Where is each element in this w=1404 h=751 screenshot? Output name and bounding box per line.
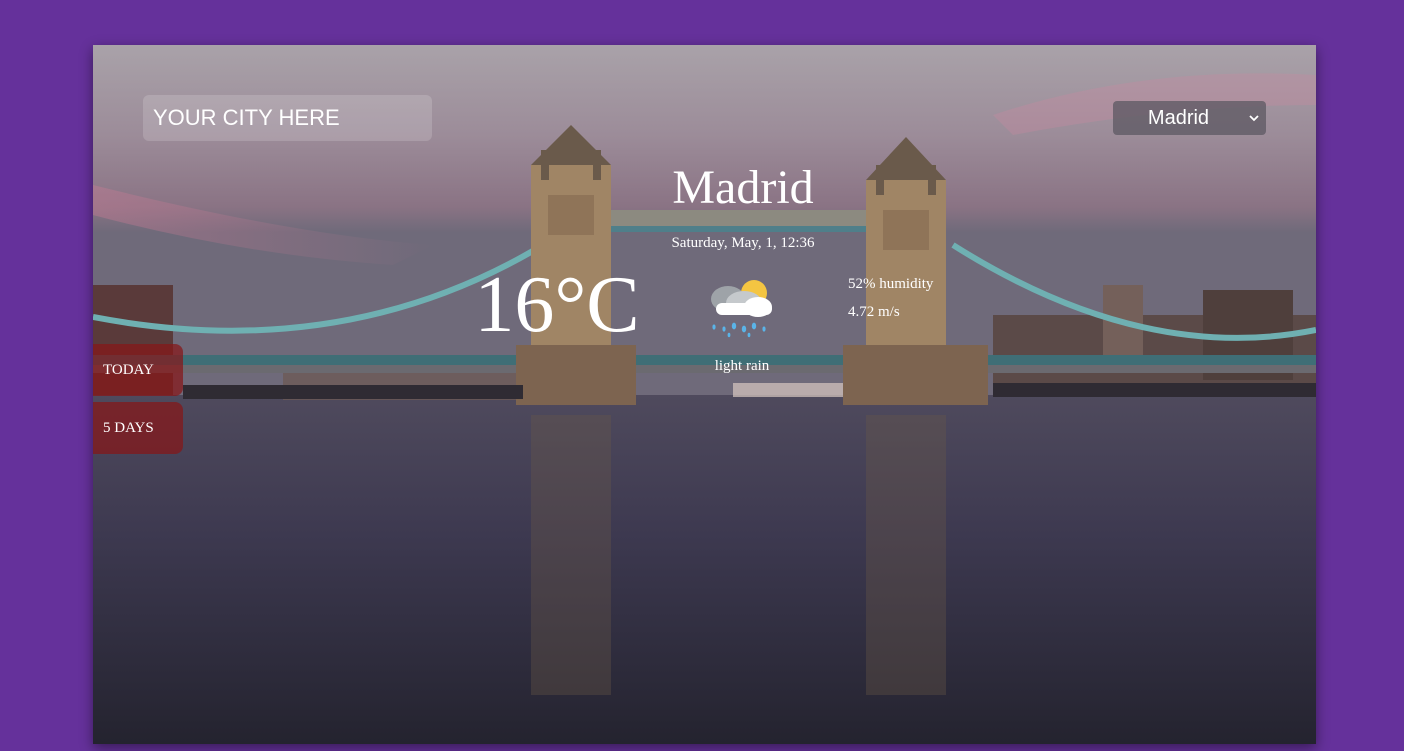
five-days-button-label: 5 DAYS (103, 420, 154, 436)
date-time: Saturday, May, 1, 12:36 (671, 235, 815, 251)
city-search-input[interactable] (143, 95, 432, 141)
temperature: 16°C (474, 261, 640, 349)
background-photo-tower-bridge (93, 45, 1316, 744)
city-select[interactable]: Madrid (1113, 101, 1266, 135)
weather-description: light rain (714, 358, 770, 374)
today-button-label: TODAY (103, 362, 154, 378)
humidity-value: 52% humidity (848, 276, 934, 292)
today-button[interactable]: TODAY (93, 344, 183, 396)
city-select-value: Madrid (1147, 107, 1210, 129)
wind-speed-value: 4.72 m/s (848, 304, 900, 320)
rain-cloud-sun-icon (711, 280, 772, 338)
city-name: Madrid (672, 161, 814, 214)
five-days-button[interactable]: 5 DAYS (93, 402, 183, 454)
weather-app: Madrid TODAY 5 DAYS Madrid Saturday, May… (93, 45, 1316, 744)
chevron-down-icon (1249, 115, 1259, 122)
